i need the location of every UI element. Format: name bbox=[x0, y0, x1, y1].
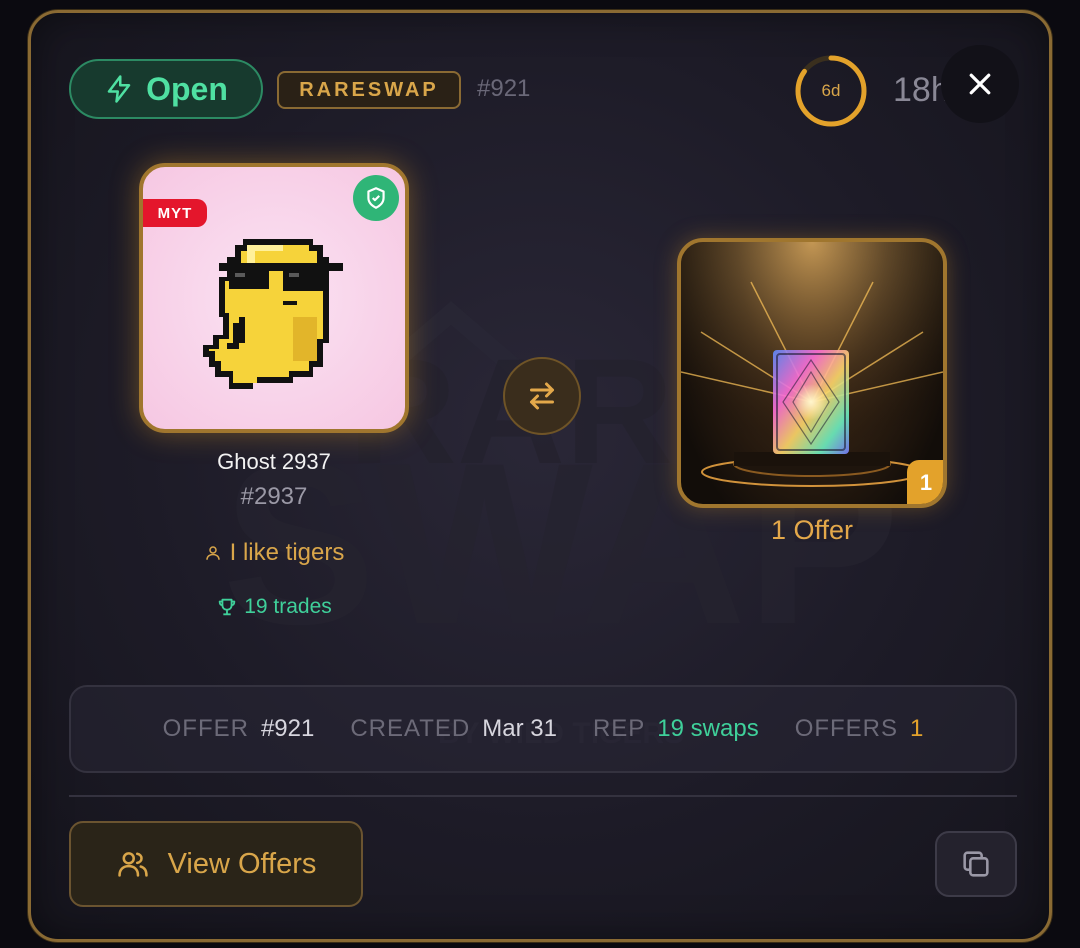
swap-card: SWAP RARE BY WILD TIGERS Open RARESWAP #… bbox=[28, 10, 1052, 942]
user-icon bbox=[205, 546, 220, 560]
detail-rep: REP 19 swaps bbox=[592, 715, 759, 742]
offer-ref: #921 bbox=[477, 75, 531, 102]
detail-created: CREATED Mar 31 bbox=[350, 715, 557, 742]
offer-count-label: 1 Offer bbox=[770, 515, 854, 545]
verified-badge bbox=[353, 175, 399, 221]
owner-name: I like tigers bbox=[229, 539, 345, 566]
detail-offers: OFFERS 1 bbox=[794, 715, 924, 742]
view-offers-button[interactable]: View Offers bbox=[69, 821, 363, 907]
divider bbox=[69, 795, 1017, 797]
swap-button[interactable] bbox=[503, 357, 581, 435]
detail-offer: OFFER #921 bbox=[162, 715, 315, 742]
nft-name: Ghost 2937 bbox=[217, 449, 331, 474]
bolt-icon bbox=[107, 75, 131, 103]
trades-label: 19 trades bbox=[244, 595, 332, 618]
owner-link[interactable]: I like tigers bbox=[139, 539, 409, 567]
timer-label: 6d bbox=[821, 81, 841, 100]
copy-icon bbox=[963, 851, 989, 877]
users-icon bbox=[117, 852, 148, 877]
trades-count: 19 trades bbox=[139, 595, 409, 619]
copy-button[interactable] bbox=[935, 831, 1017, 897]
swap-arrows-icon bbox=[530, 382, 554, 410]
offer-image-frame[interactable]: 1 bbox=[677, 238, 947, 508]
status-label: Open bbox=[146, 70, 228, 107]
trophy-icon bbox=[218, 598, 236, 616]
brand-badge: RARESWAP bbox=[277, 71, 461, 109]
close-button[interactable] bbox=[941, 45, 1019, 123]
status-badge: Open bbox=[69, 59, 263, 119]
view-offers-label: View Offers bbox=[167, 847, 317, 880]
offer-details-bar: OFFER #921 CREATED Mar 31 REP 19 swaps O… bbox=[69, 685, 1017, 773]
mystery-card-image bbox=[681, 242, 943, 504]
nft-image-frame[interactable]: MYT bbox=[139, 163, 409, 433]
nft-number: #2937 bbox=[240, 483, 308, 510]
shield-check-icon bbox=[367, 187, 385, 209]
close-icon bbox=[969, 73, 991, 95]
chain-tag: MYT bbox=[143, 199, 207, 227]
